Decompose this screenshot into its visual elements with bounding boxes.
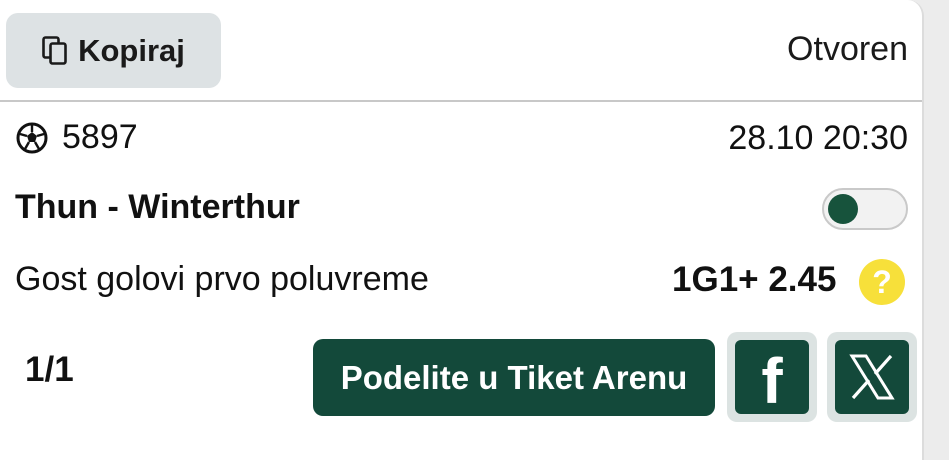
soccer-ball-icon bbox=[16, 122, 48, 153]
x-share-button[interactable] bbox=[827, 332, 917, 422]
match-title: Thun - Winterthur bbox=[15, 188, 300, 226]
share-tiket-arena-button[interactable]: Podelite u Tiket Arenu bbox=[313, 339, 715, 416]
copy-label: Kopiraj bbox=[78, 32, 185, 68]
question-icon[interactable]: ? bbox=[859, 259, 905, 305]
toggle-switch[interactable] bbox=[822, 188, 908, 230]
ticket-header: Kopiraj Otvoren bbox=[0, 0, 922, 102]
question-glyph: ? bbox=[872, 263, 892, 300]
event-code-row: 5897 bbox=[16, 118, 138, 157]
event-datetime: 28.10 20:30 bbox=[728, 119, 908, 157]
facebook-icon: f bbox=[735, 340, 809, 414]
market-name: Gost golovi prvo poluvreme bbox=[15, 260, 429, 298]
facebook-glyph: f bbox=[761, 345, 783, 417]
ticket-status: Otvoren bbox=[787, 30, 908, 68]
page-counter: 1/1 bbox=[25, 350, 74, 389]
facebook-share-button[interactable]: f bbox=[727, 332, 817, 422]
copy-button[interactable]: Kopiraj bbox=[6, 13, 221, 88]
toggle-knob bbox=[828, 194, 858, 224]
event-code: 5897 bbox=[62, 118, 138, 156]
x-icon-container bbox=[835, 340, 909, 414]
copy-icon bbox=[42, 35, 67, 65]
pick-odds: 1G1+ 2.45 bbox=[672, 260, 837, 299]
share-label: Podelite u Tiket Arenu bbox=[340, 358, 688, 396]
ticket-card: Kopiraj Otvoren 5897 28.10 20:30 Thun - … bbox=[0, 0, 924, 460]
x-icon bbox=[849, 354, 895, 400]
